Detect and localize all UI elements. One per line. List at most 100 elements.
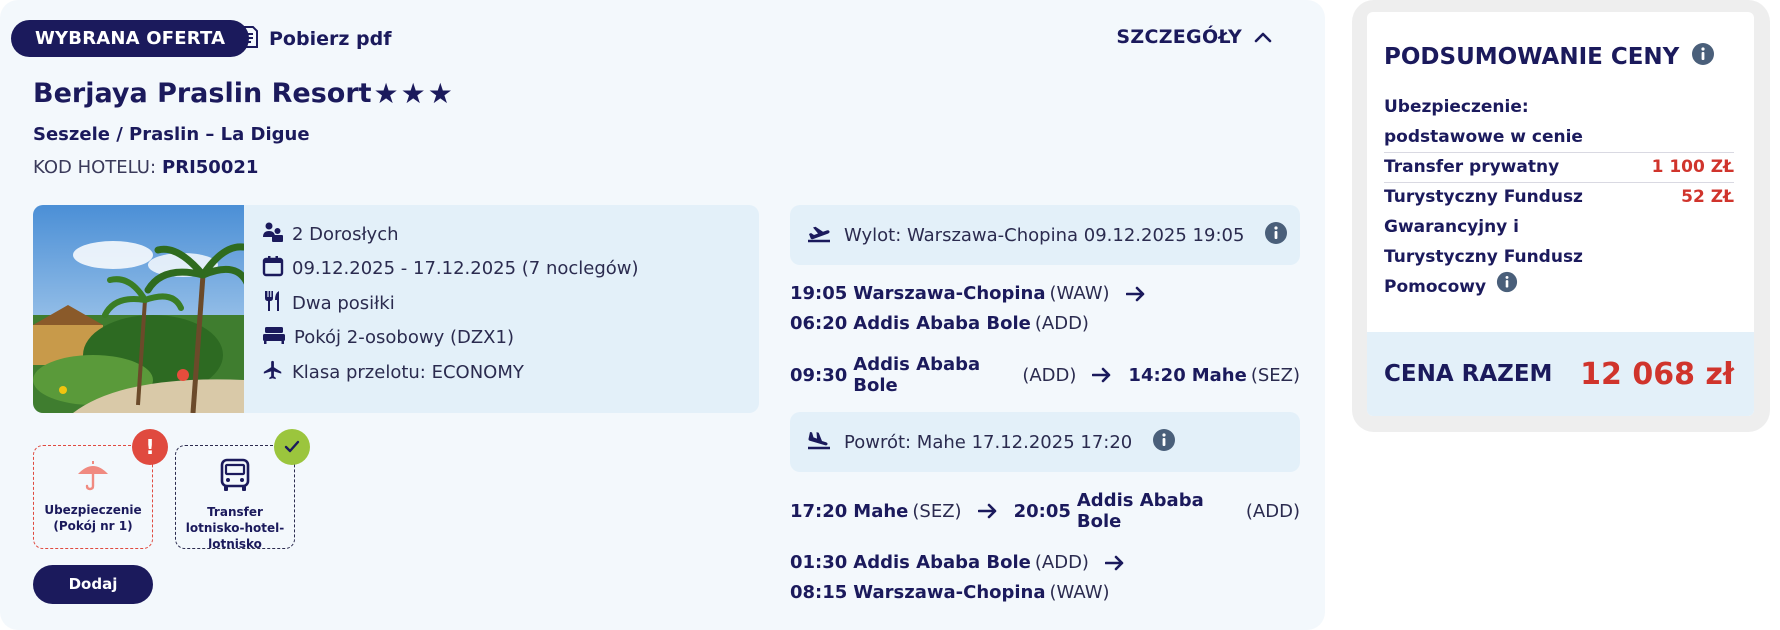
return-datetime: 17.12.2025 17:20 [971, 431, 1133, 453]
room-text: Pokój 2-osobowy (DZX1) [294, 327, 514, 349]
fund-label-line-3: Turystyczny Fundusz [1384, 247, 1583, 267]
arr-airport: Addis Ababa Bole [853, 313, 1031, 334]
return-segment-2-dep: 01:30 Addis Ababa Bole (ADD) [790, 552, 1300, 573]
star-icon: ★ [427, 76, 453, 110]
arr-time: 08:15 [790, 582, 848, 603]
flights-column: Wylot: Warszawa-Chopina 09.12.2025 19:05… [790, 205, 1300, 603]
arrow-right-icon [1092, 367, 1112, 383]
arr-code: (ADD) [1245, 500, 1300, 522]
transfer-label: Transfer prywatny [1384, 157, 1560, 177]
addon-insurance[interactable]: Ubezpieczenie (Pokój nr 1) ! [33, 429, 168, 549]
addon-transfer[interactable]: Transfer lotnisko-hotel-lotnisko [175, 429, 310, 551]
warning-icon: ! [132, 429, 168, 465]
price-summary-card: PODSUMOWANIE CENY Ubezpieczenie: podstaw… [1352, 0, 1770, 432]
dep-airport: Mahe [853, 500, 909, 522]
arr-airport: Mahe [1191, 364, 1247, 386]
addons-list: Ubezpieczenie (Pokój nr 1) ! Transfer lo… [33, 429, 310, 551]
dep-airport: Addis Ababa Bole [853, 354, 981, 396]
return-label: Powrót: Mahe 17.12.2025 17:20 [844, 432, 1132, 453]
fund-label-line-4: Pomocowy [1384, 271, 1734, 303]
info-guests: 2 Dorosłych [262, 217, 639, 252]
arr-time: 14:20 [1128, 364, 1186, 386]
meals-text: Dwa posiłki [292, 292, 395, 314]
return-header: Powrót: Mahe 17.12.2025 17:20 [790, 412, 1300, 472]
cutlery-icon [262, 290, 284, 317]
total-label: CENA RAZEM [1384, 361, 1553, 387]
details-toggle[interactable]: SZCZEGÓŁY [1116, 26, 1272, 48]
insurance-label: Ubezpieczenie: [1384, 97, 1529, 117]
dep-time: 17:20 [790, 500, 848, 522]
dates-text: 09.12.2025 - 17.12.2025 (7 noclegów) [292, 258, 639, 280]
dep-code: (SEZ) [912, 500, 962, 522]
hotel-code: KOD HOTELU: PRI50021 [33, 157, 258, 178]
arr-airport: Warszawa-Chopina [853, 582, 1046, 603]
info-icon[interactable] [1152, 428, 1176, 457]
price-summary-title-text: PODSUMOWANIE CENY [1384, 44, 1680, 70]
outbound-route: Wylot: Warszawa-Chopina [844, 224, 1079, 246]
arr-code: (SEZ) [1250, 364, 1300, 386]
transfer-price: 1 100 ZŁ [1651, 157, 1734, 177]
star-icon: ★ [373, 76, 399, 110]
hotel-photo[interactable] [33, 205, 252, 413]
offer-info-box: 2 Dorosłych 09.12.2025 - 17.12.2025 (7 n… [33, 205, 759, 413]
return-segment-1: 17:20 Mahe (SEZ) 20:05 Addis Ababa Bole … [790, 490, 1300, 532]
return-route: Powrót: Mahe [844, 431, 966, 453]
dep-time: 01:30 [790, 552, 848, 573]
download-pdf-link[interactable]: Pobierz pdf [241, 26, 392, 52]
dep-time: 19:05 [790, 283, 848, 304]
fund-label-line-4-text: Pomocowy [1384, 277, 1487, 297]
people-icon [262, 221, 284, 248]
info-icon[interactable] [1691, 42, 1715, 72]
hotel-code-value: PRI50021 [162, 157, 259, 178]
hotel-code-label: KOD HOTELU: [33, 157, 157, 178]
info-room: Pokój 2-osobowy (DZX1) [262, 321, 639, 356]
addon-insurance-label: Ubezpieczenie (Pokój nr 1) [44, 503, 142, 533]
fund-label-line-1: Turystyczny Fundusz [1384, 187, 1583, 207]
arrival-plane-icon [806, 429, 832, 456]
umbrella-icon [76, 458, 110, 496]
bed-icon [262, 324, 286, 351]
price-summary-title: PODSUMOWANIE CENY [1384, 42, 1715, 72]
hotel-stars: ★ ★ ★ [373, 76, 453, 110]
dep-time: 09:30 [790, 364, 848, 386]
outbound-header: Wylot: Warszawa-Chopina 09.12.2025 19:05 [790, 205, 1300, 265]
hotel-name-text: Berjaya Praslin Resort [33, 78, 372, 109]
chevron-up-icon [1254, 28, 1272, 47]
dep-code: (ADD) [1022, 364, 1077, 386]
fund-row: Turystyczny Fundusz 52 ZŁ [1384, 182, 1734, 212]
download-pdf-label: Pobierz pdf [269, 28, 392, 50]
check-icon [274, 429, 310, 465]
total-value: 12 068 zł [1580, 356, 1734, 392]
bus-icon [218, 458, 252, 498]
info-flight-class: Klasa przelotu: ECONOMY [262, 355, 639, 390]
total-price-bar: CENA RAZEM 12 068 zł [1367, 332, 1754, 416]
info-icon[interactable] [1496, 271, 1518, 303]
offer-info-list: 2 Dorosłych 09.12.2025 - 17.12.2025 (7 n… [262, 217, 639, 390]
price-summary-panel: PODSUMOWANIE CENY Ubezpieczenie: podstaw… [1367, 12, 1754, 416]
arrow-right-icon [977, 503, 998, 519]
add-button[interactable]: Dodaj [33, 565, 153, 604]
arr-time: 06:20 [790, 313, 848, 334]
selected-offer-badge: WYBRANA OFERTA [11, 20, 250, 57]
arrow-right-icon [1104, 555, 1125, 571]
hotel-name: Berjaya Praslin Resort ★ ★ ★ [33, 78, 453, 109]
details-label: SZCZEGÓŁY [1116, 26, 1242, 48]
fund-price: 52 ZŁ [1681, 187, 1734, 207]
outbound-label: Wylot: Warszawa-Chopina 09.12.2025 19:05 [844, 225, 1244, 246]
insurance-value: podstawowe w cenie [1384, 127, 1583, 147]
star-icon: ★ [400, 76, 426, 110]
transfer-row: Transfer prywatny 1 100 ZŁ [1384, 152, 1734, 182]
return-segment-2-arr: 08:15 Warszawa-Chopina (WAW) [790, 582, 1300, 603]
info-dates: 09.12.2025 - 17.12.2025 (7 noclegów) [262, 252, 639, 287]
flight-class-text: Klasa przelotu: ECONOMY [292, 361, 524, 383]
dep-code: (ADD) [1034, 552, 1089, 573]
plane-icon [262, 359, 284, 386]
addon-transfer-label: Transfer lotnisko-hotel-lotnisko [185, 505, 285, 551]
dep-airport: Addis Ababa Bole [853, 552, 1031, 573]
outbound-segment-1-dep: 19:05 Warszawa-Chopina (WAW) [790, 283, 1300, 304]
info-icon[interactable] [1264, 221, 1288, 250]
outbound-segment-2: 09:30 Addis Ababa Bole (ADD) 14:20 Mahe … [790, 354, 1300, 396]
departure-plane-icon [806, 222, 832, 249]
hotel-location: Seszele / Praslin – La Digue [33, 124, 310, 145]
outbound-segment-1-arr: 06:20 Addis Ababa Bole (ADD) [790, 313, 1300, 334]
